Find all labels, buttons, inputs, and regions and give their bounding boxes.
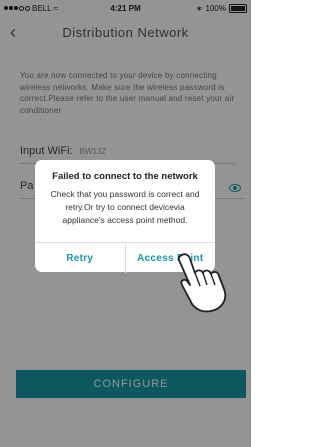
pointing-hand-icon [177,253,227,313]
retry-button[interactable]: Retry [35,243,125,273]
screen: BELL ≈ 4:21 PM ∗ 100% ‹ Distribution Net… [0,0,251,447]
dialog-message: Check that you password is correct and r… [50,189,200,225]
dialog-title: Failed to connect to the network [52,171,198,182]
